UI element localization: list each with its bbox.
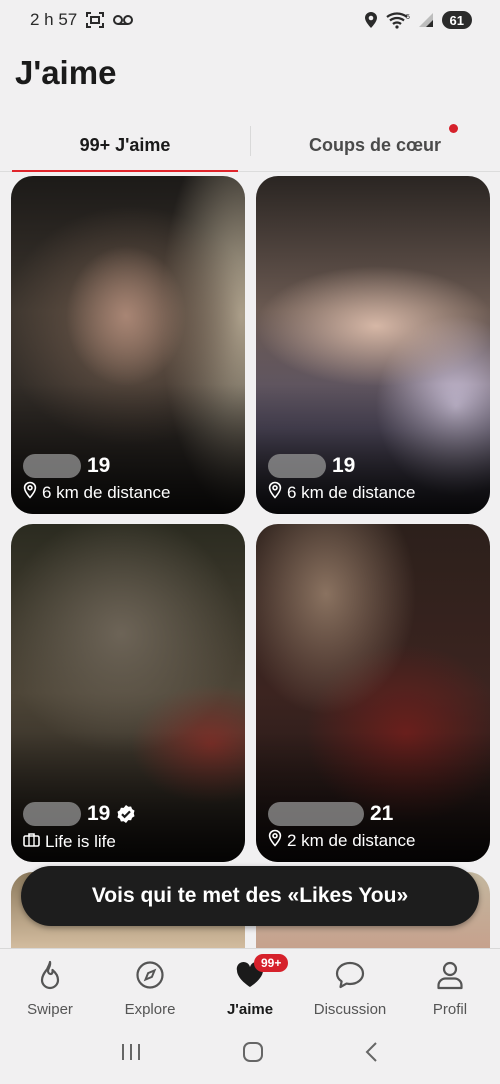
profile-card[interactable]: 19 Life is life xyxy=(11,524,245,862)
wifi-icon: 5 xyxy=(385,11,410,29)
nav-item-likes[interactable]: 99+ J'aime xyxy=(200,949,300,1024)
tab-likes[interactable]: 99+ J'aime xyxy=(0,120,250,172)
battery-indicator: 61 xyxy=(441,11,472,29)
briefcase-icon xyxy=(23,832,40,852)
svg-text:5: 5 xyxy=(406,14,410,21)
location-pin-icon xyxy=(23,481,37,504)
flame-icon xyxy=(37,959,63,991)
tab-likes-label: 99+ J'aime xyxy=(79,135,171,155)
nav-item-profile[interactable]: Profil xyxy=(400,949,500,1024)
profile-card[interactable]: 19 6 km de distance xyxy=(11,176,245,514)
system-nav-bar xyxy=(0,1024,500,1084)
profile-card[interactable]: 21 2 km de distance xyxy=(256,524,490,862)
tab-top-picks[interactable]: Coups de cœur xyxy=(250,120,500,171)
card-age: 19 xyxy=(87,454,111,477)
tab-top-picks-label: Coups de cœur xyxy=(308,135,441,155)
blurred-name xyxy=(23,454,81,478)
card-info-row: Life is life xyxy=(23,832,116,852)
likes-count-badge: 99+ xyxy=(254,954,289,972)
page-title: J'aime xyxy=(15,54,117,91)
signal-icon xyxy=(418,12,434,28)
location-pin-icon xyxy=(268,481,282,504)
card-info-row: 6 km de distance xyxy=(23,481,171,504)
compass-icon xyxy=(135,959,165,991)
card-name-row: 19 xyxy=(23,802,136,826)
location-icon xyxy=(364,11,378,29)
back-icon[interactable] xyxy=(363,1040,381,1069)
recent-apps-icon[interactable] xyxy=(119,1041,143,1068)
nav-label: Explore xyxy=(124,1001,176,1018)
blurred-name xyxy=(268,802,364,826)
card-name-row: 21 xyxy=(268,802,393,826)
home-icon[interactable] xyxy=(241,1040,265,1069)
screenshot-icon xyxy=(85,11,105,29)
card-name-row: 19 xyxy=(23,454,110,478)
nav-label: J'aime xyxy=(226,1001,274,1018)
nav-label: Discussion xyxy=(313,1001,387,1018)
see-who-likes-you-button[interactable]: Vois qui te met des «Likes You» xyxy=(21,866,479,926)
notification-dot xyxy=(449,124,458,133)
tab-bar: 99+ J'aime Coups de cœur xyxy=(0,120,500,172)
card-info: Life is life xyxy=(45,832,116,851)
nav-item-explore[interactable]: Explore xyxy=(100,949,200,1024)
location-pin-icon xyxy=(268,829,282,852)
voicemail-icon xyxy=(113,14,134,26)
blurred-name xyxy=(268,454,326,478)
card-info: 2 km de distance xyxy=(287,830,416,850)
blurred-name xyxy=(23,802,81,826)
profile-card[interactable]: 19 6 km de distance xyxy=(256,176,490,514)
chat-bubble-icon xyxy=(334,959,366,991)
nav-label: Profil xyxy=(432,1001,468,1018)
card-name-row: 19 xyxy=(268,454,355,478)
bottom-nav: Swiper Explore 99+ J'aime Discussion Pro… xyxy=(0,948,500,1024)
card-age: 19 xyxy=(332,454,356,477)
card-age: 21 xyxy=(370,802,394,825)
nav-label: Swiper xyxy=(27,1001,73,1018)
card-info-row: 6 km de distance xyxy=(268,481,416,504)
card-info: 6 km de distance xyxy=(42,482,171,502)
verified-badge-icon xyxy=(116,804,136,824)
nav-item-swiper[interactable]: Swiper xyxy=(0,949,100,1024)
nav-item-discussion[interactable]: Discussion xyxy=(300,949,400,1024)
person-icon xyxy=(435,959,465,991)
card-info: 6 km de distance xyxy=(287,482,416,502)
status-bar: 2 h 57 5 61 xyxy=(0,0,500,40)
status-time: 2 h 57 xyxy=(30,10,78,29)
card-age: 19 xyxy=(87,802,111,825)
card-info-row: 2 km de distance xyxy=(268,829,416,852)
